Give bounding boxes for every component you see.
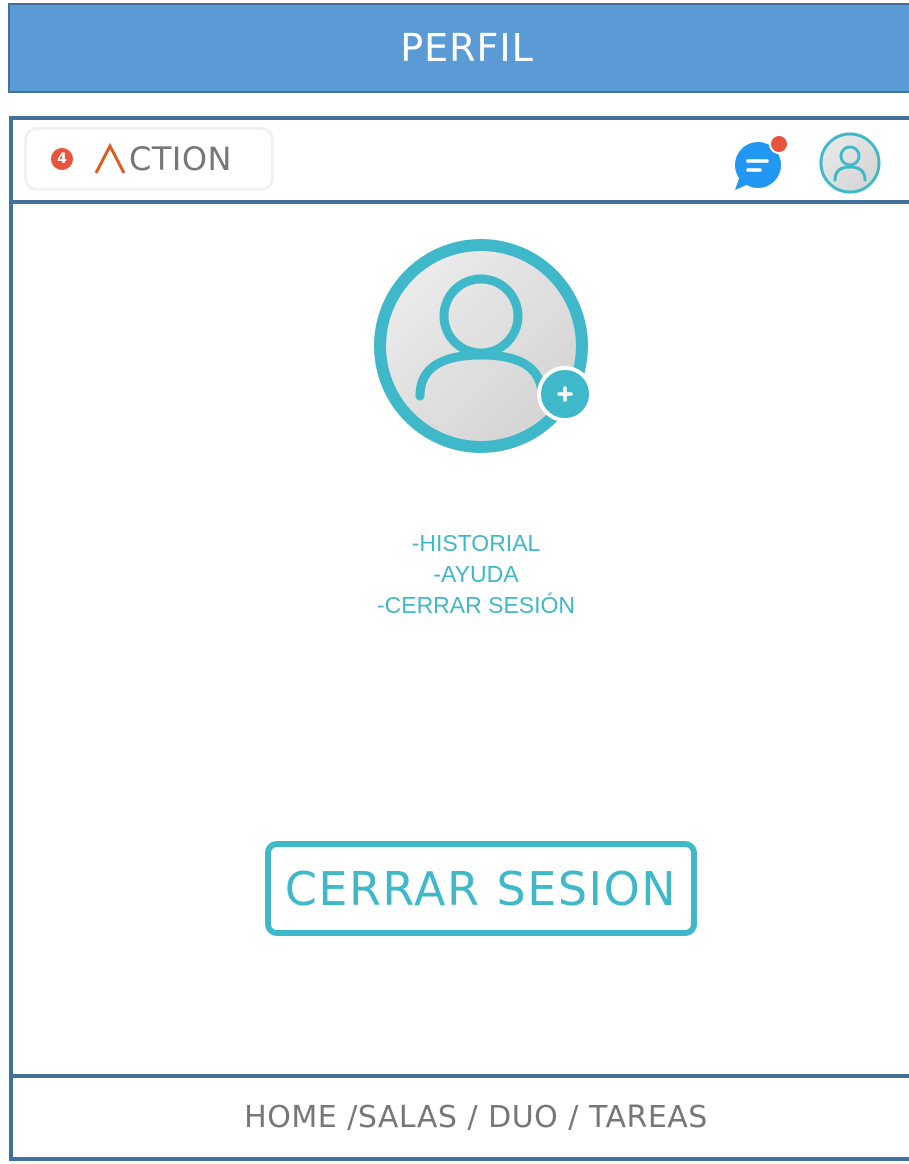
menu-item-cerrar-sesion[interactable]: -CERRAR SESIÓN (13, 590, 909, 621)
app-header: 4 CTION (13, 120, 909, 204)
bottom-nav-links: HOME /SALAS / DUO / TAREAS (244, 1100, 708, 1135)
bottom-nav: HOME /SALAS / DUO / TAREAS (13, 1074, 909, 1164)
profile-menu: -HISTORIAL -AYUDA -CERRAR SESIÓN (13, 528, 909, 621)
logo-caret-icon (94, 142, 126, 174)
nav-salas[interactable]: SALAS (358, 1100, 458, 1135)
app-logo[interactable]: 4 CTION (27, 130, 271, 188)
logout-button[interactable]: CERRAR SESION (265, 841, 697, 936)
profile-avatar-icon (374, 239, 588, 453)
menu-item-historial[interactable]: -HISTORIAL (13, 528, 909, 559)
page-title: PERFIL (400, 26, 534, 70)
nav-duo[interactable]: DUO (488, 1100, 558, 1135)
logo-badge: 4 (51, 148, 73, 170)
nav-tareas[interactable]: TAREAS (589, 1100, 708, 1135)
chat-notification-icon[interactable] (729, 132, 791, 194)
nav-home[interactable]: HOME (244, 1100, 337, 1135)
user-avatar-icon[interactable] (819, 132, 881, 194)
title-bar: PERFIL (8, 3, 909, 93)
add-photo-button[interactable] (535, 364, 595, 424)
logo-text: CTION (129, 140, 232, 178)
menu-item-ayuda[interactable]: -AYUDA (13, 559, 909, 590)
phone-frame: 4 CTION -HISTORIAL -AYUDA -CERRAR SESIÓN… (9, 116, 909, 1161)
